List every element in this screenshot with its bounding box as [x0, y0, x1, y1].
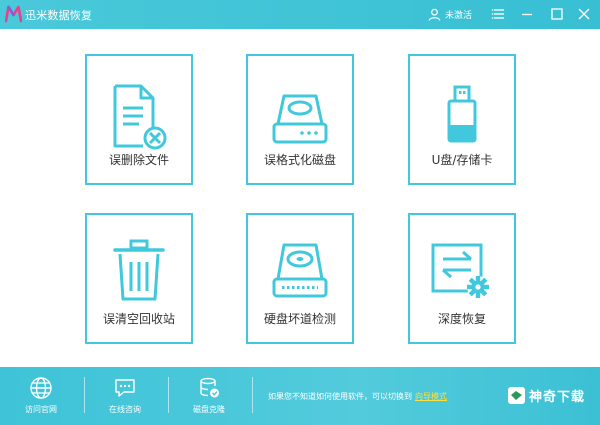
maximize-button[interactable] [548, 5, 566, 23]
bottom-item-label: 在线咨询 [109, 405, 141, 414]
brand-watermark: 神奇下载 [508, 386, 585, 405]
separator [84, 377, 85, 413]
notice-text: 如果您不知道如何使用软件，可以切换到 [268, 392, 412, 401]
tile-formatted-disk[interactable]: 误格式化磁盘 [246, 54, 354, 185]
formatted-disk-icon [272, 94, 328, 144]
disk-clone-icon [200, 377, 219, 398]
wizard-notice: 如果您不知道如何使用软件，可以切换到 向导模式 [268, 391, 447, 402]
recycle-bin-icon [113, 239, 165, 301]
app-title: 迅米数据恢复 [25, 9, 93, 22]
online-consult-button[interactable]: 在线咨询 [95, 376, 155, 422]
menu-icon [491, 9, 504, 19]
deep-recovery-icon [431, 243, 489, 298]
maximize-icon [551, 8, 563, 20]
title-bar: 迅米数据恢复 未激活 [0, 0, 600, 29]
tile-label: 误清空回收站 [102, 312, 175, 326]
tile-label: U盘/存储卡 [431, 153, 493, 167]
bottom-item-label: 访问官网 [25, 405, 57, 414]
usb-drive-icon [447, 85, 477, 143]
activation-status: 未激活 [445, 11, 473, 21]
separator [168, 377, 169, 413]
wizard-mode-link[interactable]: 向导模式 [415, 392, 447, 401]
tile-disk-check[interactable]: 硬盘坏道检测 [246, 213, 354, 344]
tile-usb-card[interactable]: U盘/存储卡 [408, 54, 516, 185]
tile-label: 深度恢复 [437, 312, 486, 326]
brand-logo-icon [508, 387, 525, 404]
close-icon [578, 8, 590, 20]
app-logo-icon [5, 5, 22, 23]
tile-deep-recovery[interactable]: 深度恢复 [408, 213, 516, 344]
disk-check-icon [272, 243, 328, 298]
tile-label: 误删除文件 [108, 153, 169, 167]
menu-button[interactable] [490, 5, 508, 23]
disk-clone-button[interactable]: 磁盘克隆 [179, 376, 239, 422]
brand-text: 神奇下载 [529, 390, 586, 405]
tile-deleted-files[interactable]: 误删除文件 [85, 54, 193, 185]
tile-label: 误格式化磁盘 [263, 153, 336, 167]
tile-recycle-bin[interactable]: 误清空回收站 [85, 213, 193, 344]
separator [252, 377, 253, 413]
chat-icon [115, 379, 135, 397]
visit-website-button[interactable]: 访问官网 [11, 376, 71, 422]
user-account-button[interactable]: 未激活 [428, 6, 472, 23]
bottom-item-label: 磁盘克隆 [193, 405, 225, 414]
tile-label: 硬盘坏道检测 [263, 312, 336, 326]
deleted-file-icon [113, 84, 167, 150]
minimize-icon [522, 13, 532, 16]
close-button[interactable] [575, 5, 593, 23]
user-icon [428, 8, 441, 21]
bottom-bar: 访问官网 在线咨询 磁盘克隆 如果您不知道如何使用软件，可以切换到 向导模式 神奇… [0, 367, 600, 425]
minimize-button[interactable] [518, 5, 536, 23]
globe-icon [30, 377, 52, 399]
